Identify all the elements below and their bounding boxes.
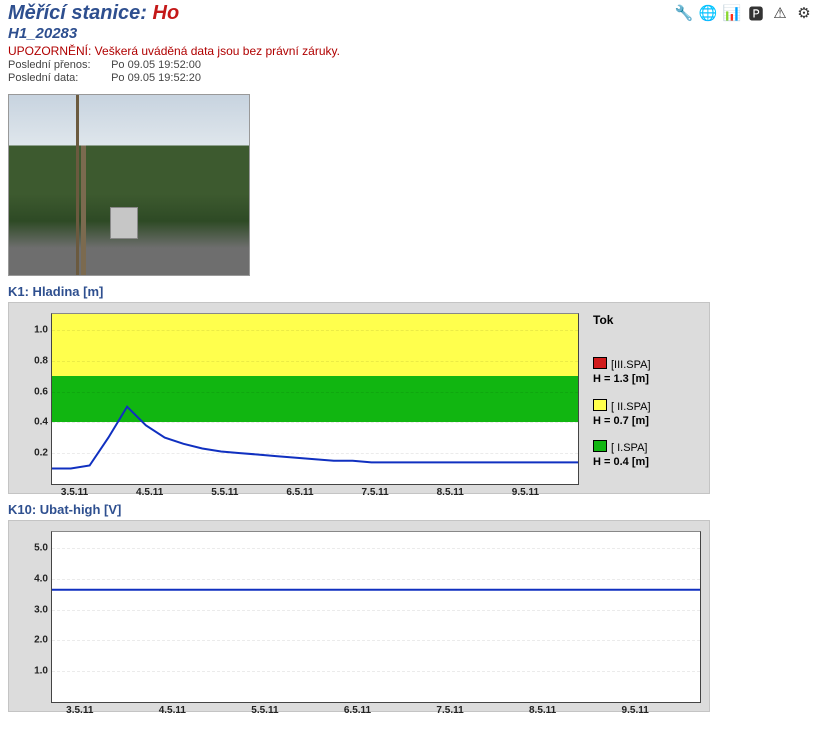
warning-text: UPOZORNĚNÍ: Veškerá uváděná data jsou be…	[8, 44, 813, 58]
page-title: Měřící stanice: Ho	[8, 2, 179, 25]
x-tick-label: 9.5.11	[622, 705, 649, 716]
legend-item-ii: [ II.SPA] H = 0.7 [m]	[593, 399, 703, 428]
station-photo	[8, 94, 250, 276]
legend-label: [III.SPA]	[611, 359, 651, 371]
x-tick-label: 6.5.11	[344, 705, 371, 716]
chart-series-line	[52, 532, 700, 702]
y-tick-label: 2.0	[34, 635, 48, 646]
chart-series-line	[52, 314, 578, 484]
legend-swatch-icon	[593, 440, 607, 452]
legend-swatch-icon	[593, 357, 607, 369]
chart-k1-legend-title: Tok	[593, 313, 703, 327]
x-tick-label: 4.5.11	[136, 487, 163, 498]
tool-settings-icon[interactable]: 🔧	[675, 4, 693, 22]
y-tick-label: 0.8	[34, 355, 48, 366]
x-tick-label: 3.5.11	[66, 705, 93, 716]
chart-k1-section: K1: Hladina [m] 0.20.40.60.81.03.5.114.5…	[8, 284, 813, 494]
chart-k1-body: 0.20.40.60.81.03.5.114.5.115.5.116.5.117…	[9, 303, 587, 493]
chart-k1-legend: Tok [III.SPA] H = 1.3 [m] [ II.SPA] H = …	[587, 303, 709, 493]
chart-k1-plot: 0.20.40.60.81.03.5.114.5.115.5.116.5.117…	[51, 313, 579, 485]
y-tick-label: 0.4	[34, 417, 48, 428]
x-tick-label: 7.5.11	[436, 705, 463, 716]
meta-last-tx: Poslední přenos: Po 09.05 19:52:00	[8, 59, 813, 71]
tool-stats-icon[interactable]: 📊	[723, 4, 741, 22]
meta-last-data-value: Po 09.05 19:52:20	[111, 72, 201, 84]
title-prefix: Měřící stanice:	[8, 2, 153, 24]
y-tick-label: 4.0	[34, 573, 48, 584]
y-tick-label: 0.2	[34, 448, 48, 459]
x-tick-label: 8.5.11	[437, 487, 464, 498]
tool-gear-icon[interactable]: ⚙	[795, 4, 813, 22]
x-tick-label: 6.5.11	[286, 487, 313, 498]
meta-last-tx-value: Po 09.05 19:52:00	[111, 59, 201, 71]
page-subtitle: H1_20283	[8, 25, 179, 42]
legend-value: H = 1.3 [m]	[593, 373, 703, 386]
chart-k10-caption: K10: Ubat-high [V]	[8, 502, 813, 517]
legend-value: H = 0.7 [m]	[593, 415, 703, 428]
chart-k10-section: K10: Ubat-high [V] 1.02.03.04.05.03.5.11…	[8, 502, 813, 712]
chart-k10-frame: 1.02.03.04.05.03.5.114.5.115.5.116.5.117…	[8, 520, 710, 712]
station-name: Ho	[153, 2, 180, 24]
meta-last-data-label: Poslední data:	[8, 72, 108, 84]
y-tick-label: 1.0	[34, 666, 48, 677]
y-tick-label: 0.6	[34, 386, 48, 397]
legend-item-iii: [III.SPA] H = 1.3 [m]	[593, 357, 703, 386]
tool-globe-icon[interactable]: 🌐	[699, 4, 717, 22]
meta-last-data: Poslední data: Po 09.05 19:52:20	[8, 72, 813, 84]
legend-item-i: [ I.SPA] H = 0.4 [m]	[593, 440, 703, 469]
tool-alert-icon[interactable]: ⚠	[771, 4, 789, 22]
x-tick-label: 5.5.11	[211, 487, 238, 498]
x-tick-label: 5.5.11	[251, 705, 278, 716]
y-tick-label: 5.0	[34, 542, 48, 553]
chart-k1-caption: K1: Hladina [m]	[8, 284, 813, 299]
legend-label: [ II.SPA]	[611, 401, 651, 413]
legend-label: [ I.SPA]	[611, 442, 647, 454]
x-tick-label: 3.5.11	[61, 487, 88, 498]
y-tick-label: 3.0	[34, 604, 48, 615]
chart-k1-frame: 0.20.40.60.81.03.5.114.5.115.5.116.5.117…	[8, 302, 710, 494]
x-tick-label: 8.5.11	[529, 705, 556, 716]
chart-k10-body: 1.02.03.04.05.03.5.114.5.115.5.116.5.117…	[9, 521, 709, 711]
legend-swatch-icon	[593, 399, 607, 411]
x-tick-label: 9.5.11	[512, 487, 539, 498]
y-tick-label: 1.0	[34, 324, 48, 335]
x-tick-label: 7.5.11	[361, 487, 388, 498]
tool-parking-icon[interactable]: 🅿	[747, 4, 765, 22]
x-tick-label: 4.5.11	[159, 705, 186, 716]
header: Měřící stanice: Ho H1_20283 🔧 🌐 📊 🅿 ⚠ ⚙	[8, 2, 813, 42]
chart-k10-plot: 1.02.03.04.05.03.5.114.5.115.5.116.5.117…	[51, 531, 701, 703]
legend-value: H = 0.4 [m]	[593, 456, 703, 469]
toolbar: 🔧 🌐 📊 🅿 ⚠ ⚙	[675, 2, 813, 22]
title-block: Měřící stanice: Ho H1_20283	[8, 2, 179, 42]
meta-last-tx-label: Poslední přenos:	[8, 59, 108, 71]
page: Měřící stanice: Ho H1_20283 🔧 🌐 📊 🅿 ⚠ ⚙ …	[0, 0, 821, 720]
